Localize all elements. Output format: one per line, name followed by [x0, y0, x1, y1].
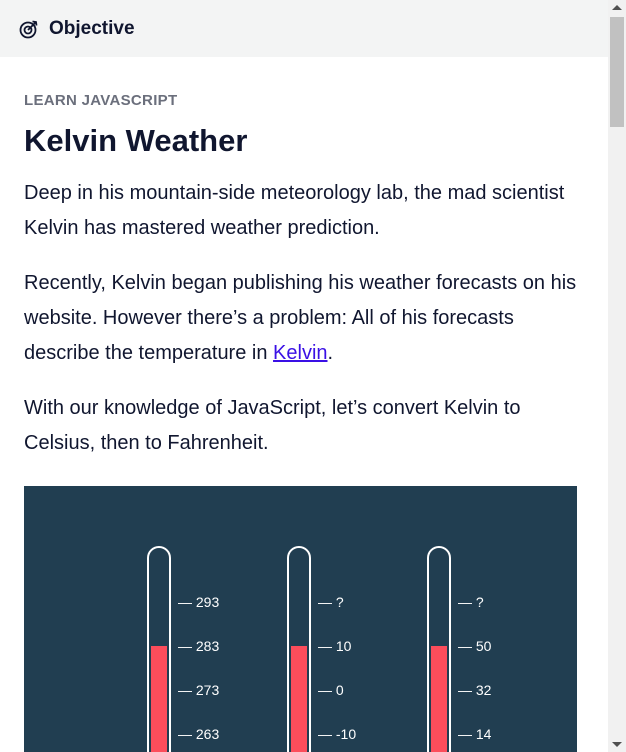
objective-header: Objective	[0, 0, 608, 57]
thermometer-label-kelvin: — 293	[178, 594, 219, 610]
header-title: Objective	[49, 17, 135, 39]
thermometer-label-celsius: — 0	[318, 682, 344, 698]
thermometer-label-celsius: — ?	[318, 594, 344, 610]
thermometer-label-fahrenheit: — 50	[458, 638, 492, 654]
kelvin-link[interactable]: Kelvin	[273, 342, 327, 364]
thermometer-label-celsius: — 10	[318, 638, 352, 654]
problem-paragraph: Recently, Kelvin began publishing his we…	[24, 266, 584, 371]
thermometer-illustration: — 293 — 283 — 273 — 263 — ? — 10 — 0 — -10 — ? — …	[147, 546, 492, 752]
scroll-up-arrow-icon[interactable]	[612, 5, 622, 10]
problem-text-end: .	[327, 342, 334, 364]
target-icon	[19, 20, 38, 38]
thermometer-label-fahrenheit: — ?	[458, 594, 484, 610]
scroll-down-arrow-icon[interactable]	[612, 742, 622, 747]
thermometer-figure: — 293 — 283 — 273 — 263 — ? — 10 — 0 — -10 — ? — …	[24, 486, 577, 752]
thermometer-fill-fahrenheit	[431, 646, 447, 752]
thermometer-label-kelvin: — 273	[178, 682, 219, 698]
thermometer-label-kelvin: — 283	[178, 638, 219, 654]
thermometer-fill-celsius	[291, 646, 307, 752]
thermometer-label-kelvin: — 263	[178, 726, 219, 742]
page-title: Kelvin Weather	[24, 123, 248, 158]
scrollbar[interactable]	[608, 0, 626, 752]
thermometer-label-celsius: — -10	[318, 726, 356, 742]
thermometer-label-fahrenheit: — 32	[458, 682, 492, 698]
goal-paragraph: With our knowledge of JavaScript, let’s …	[24, 397, 521, 454]
scrollbar-thumb[interactable]	[610, 17, 624, 127]
thermometer-fill-kelvin	[151, 646, 167, 752]
article-content: LEARN JAVASCRIPT Kelvin Weather Deep in …	[24, 57, 584, 461]
intro-paragraph: Deep in his mountain-side meteorology la…	[24, 182, 565, 239]
course-eyebrow: LEARN JAVASCRIPT	[24, 92, 178, 109]
thermometer-label-fahrenheit: — 14	[458, 726, 492, 742]
